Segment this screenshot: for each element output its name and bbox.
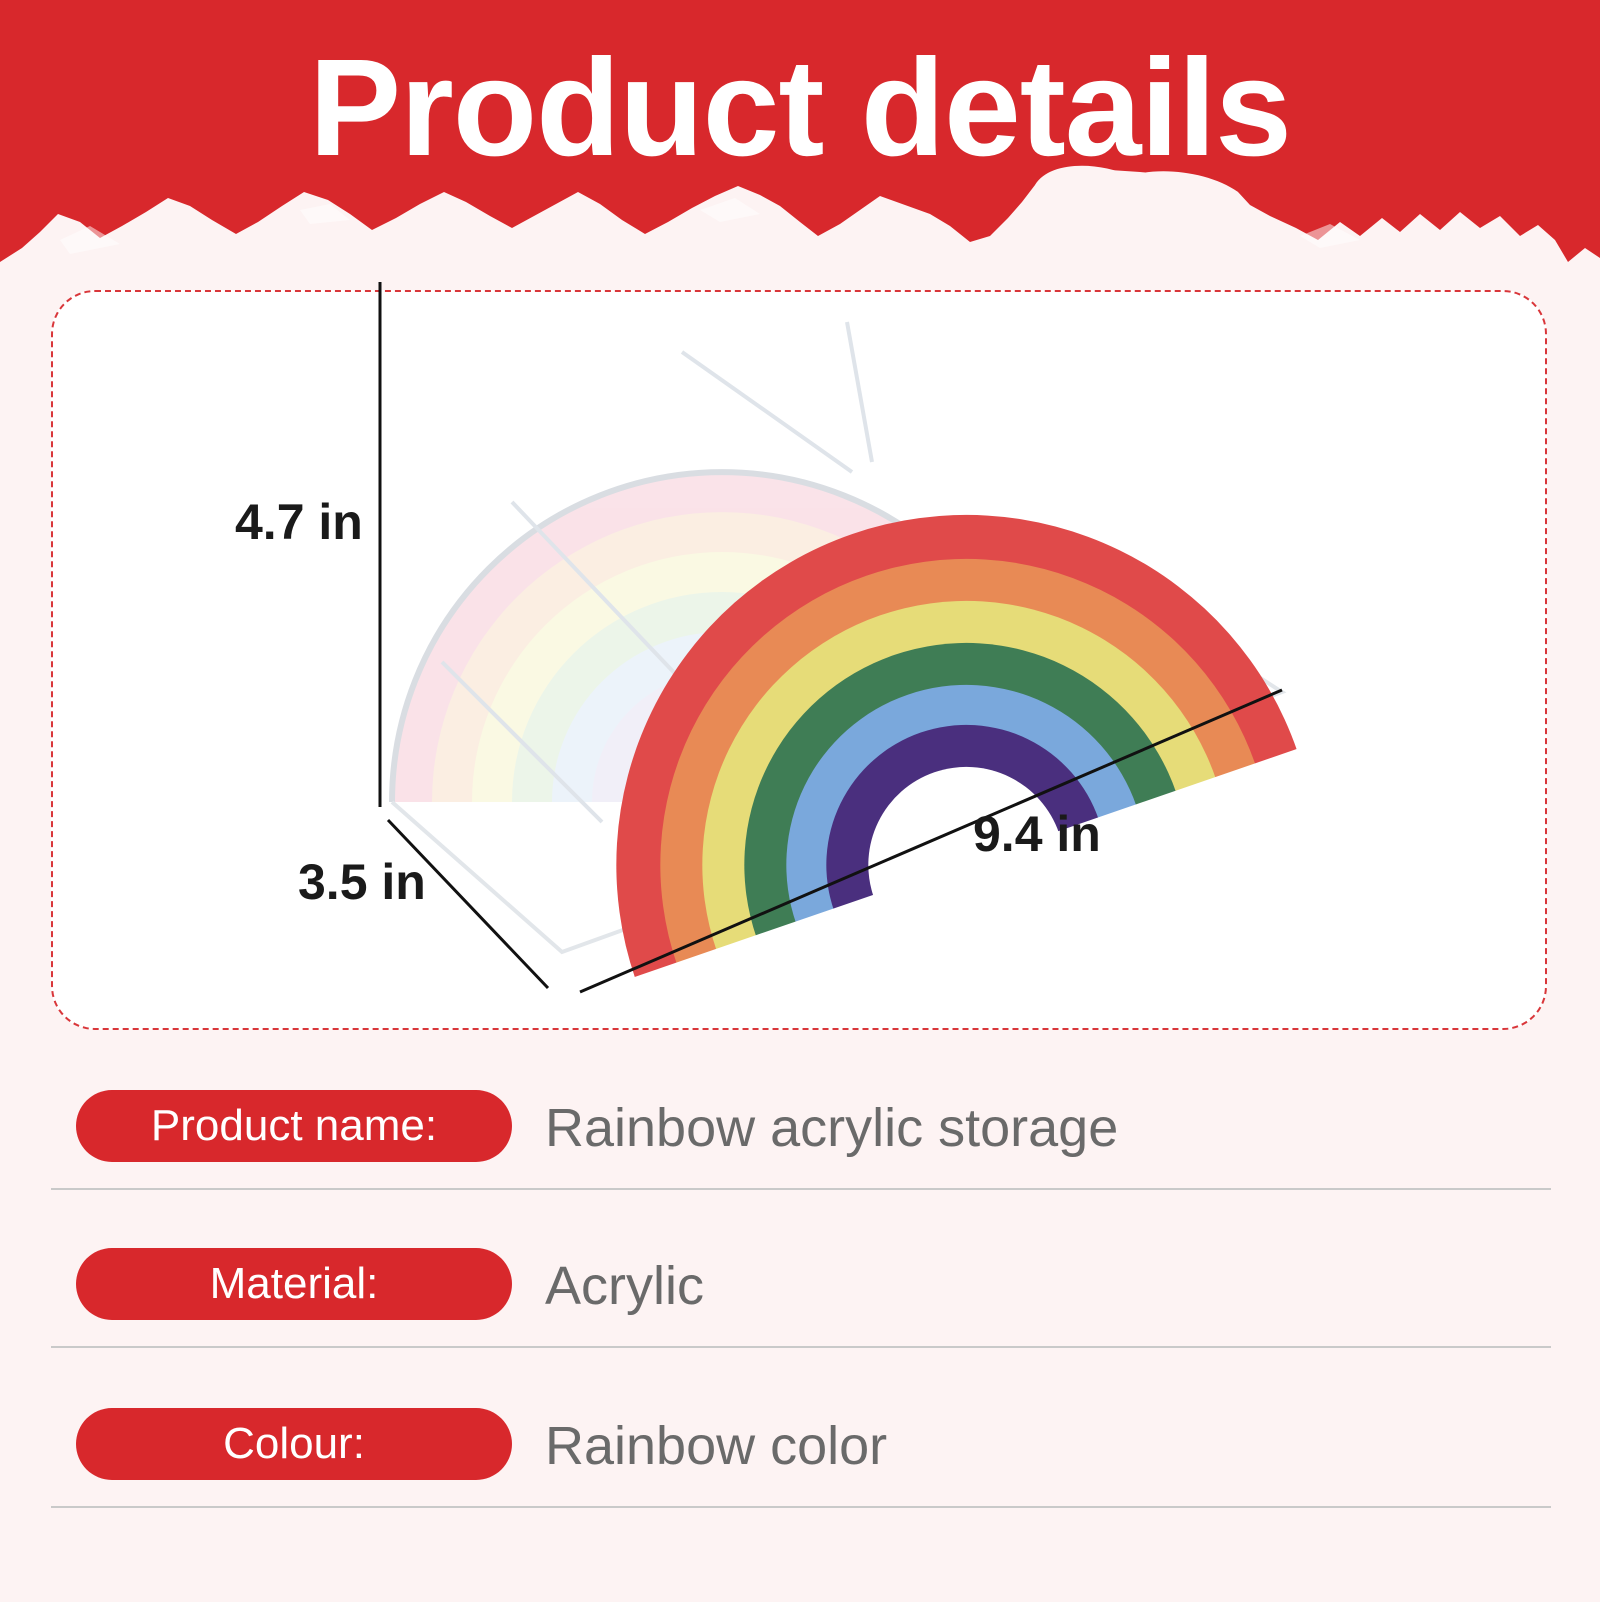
height-dimension-label: 4.7 in <box>235 494 363 550</box>
spec-value-material: Acrylic <box>545 1256 704 1316</box>
spec-value-product-name: Rainbow acrylic storage <box>545 1098 1119 1158</box>
width-dimension-label: 9.4 in <box>973 806 1101 862</box>
spec-divider <box>51 1346 1551 1348</box>
depth-dimension-label: 3.5 in <box>298 854 426 910</box>
spec-row-colour: Colour: Rainbow color <box>51 1408 1551 1528</box>
spec-label-product-name: Product name: <box>76 1090 512 1162</box>
spec-value-colour: Rainbow color <box>545 1416 888 1476</box>
product-image-panel: 4.7 in 3.5 in 9.4 in <box>51 282 1547 1030</box>
spec-divider <box>51 1188 1551 1190</box>
spec-row-material: Material: Acrylic <box>51 1248 1551 1368</box>
spec-row-product-name: Product name: Rainbow acrylic storage <box>51 1090 1551 1210</box>
spec-label-material: Material: <box>76 1248 512 1320</box>
spec-label-colour: Colour: <box>76 1408 512 1480</box>
spec-divider <box>51 1506 1551 1508</box>
